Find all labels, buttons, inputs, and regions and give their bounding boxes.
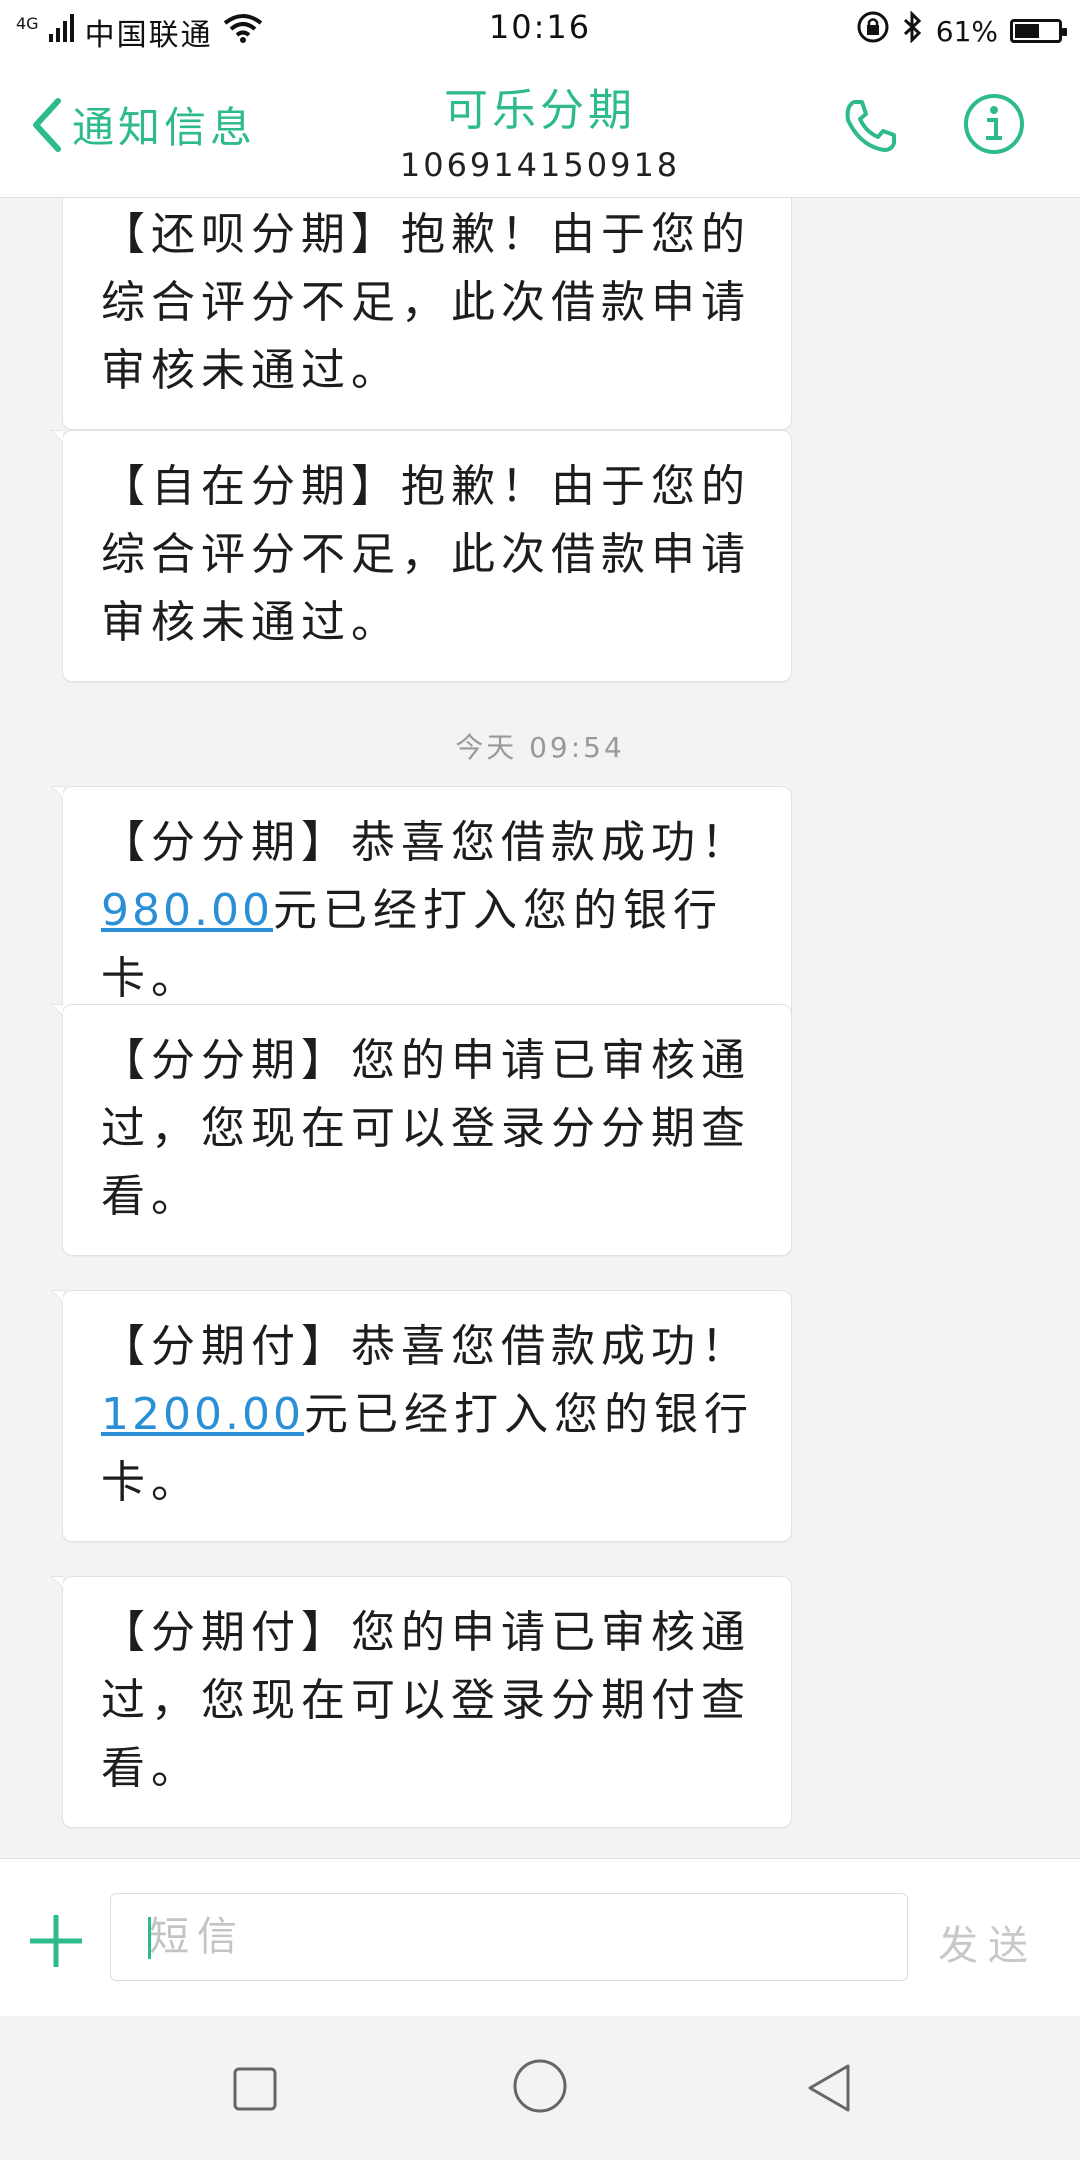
- recents-icon: [232, 2067, 278, 2116]
- battery-fill: [1015, 24, 1040, 38]
- rotation-lock-icon: [856, 10, 890, 52]
- amount-link[interactable]: 980.00: [101, 885, 273, 936]
- message-text: 【分分期】您的申请已审核通过，您现在可以登录分分期查看。: [101, 1035, 751, 1222]
- message-composer: 发送: [0, 1858, 1080, 2017]
- home-icon: [512, 2059, 568, 2118]
- message-text: 【分分期】恭喜您借款成功！: [101, 817, 751, 868]
- message-bubble[interactable]: 【分期付】恭喜您借款成功！ 1200.00元已经打入您的银行卡。: [51, 1290, 792, 1542]
- sms-input[interactable]: [110, 1893, 908, 1981]
- message-bubble[interactable]: 【还呗分期】抱歉！由于您的综合评分不足，此次借款申请审核未通过。: [62, 198, 792, 430]
- bubble-tail: [51, 1576, 63, 1588]
- phone-icon: [840, 100, 900, 160]
- bubble-tail: [51, 1004, 63, 1016]
- call-button[interactable]: [840, 96, 900, 160]
- conversation-header: 通知信息 可乐分期 106914150918: [0, 52, 1080, 198]
- bubble-tail: [51, 430, 63, 442]
- info-button[interactable]: [962, 92, 1026, 160]
- message-text: 【分期付】您的申请已审核通过，您现在可以登录分期付查看。: [101, 1607, 751, 1794]
- bubble-tail: [51, 1290, 63, 1302]
- message-text: 【还呗分期】抱歉！由于您的综合评分不足，此次借款申请审核未通过。: [101, 209, 751, 396]
- send-button[interactable]: 发送: [938, 1913, 1038, 1971]
- back-triangle-icon: [804, 2064, 854, 2118]
- amount-link[interactable]: 1200.00: [101, 1389, 304, 1440]
- message-bubble[interactable]: 【自在分期】抱歉！由于您的综合评分不足，此次借款申请审核未通过。: [51, 430, 792, 682]
- message-list[interactable]: 【还呗分期】抱歉！由于您的综合评分不足，此次借款申请审核未通过。 【自在分期】抱…: [0, 198, 1080, 1858]
- plus-icon: [26, 1915, 86, 1975]
- recents-button[interactable]: [232, 2066, 278, 2116]
- bluetooth-icon: [902, 10, 924, 51]
- message-bubble[interactable]: 【分期付】您的申请已审核通过，您现在可以登录分期付查看。: [51, 1576, 792, 1828]
- message-text: 【分期付】恭喜您借款成功！: [101, 1321, 751, 1372]
- home-button[interactable]: [512, 2058, 568, 2118]
- contact-name: 可乐分期: [444, 85, 636, 136]
- message-bubble[interactable]: 【分分期】恭喜您借款成功！ 980.00元已经打入您的银行卡。: [51, 786, 792, 1038]
- status-right: 61%: [856, 10, 1067, 52]
- text-cursor: [148, 1917, 151, 1959]
- add-attachment-button[interactable]: [26, 1911, 86, 1971]
- battery-percent: 61%: [935, 14, 998, 48]
- back-nav-button[interactable]: [804, 2062, 854, 2118]
- system-nav-bar: [0, 2016, 1080, 2160]
- bubble-tail: [51, 786, 63, 798]
- status-bar: 4G 中国联通 10:16 61%: [0, 0, 1080, 53]
- message-bubble[interactable]: 【分分期】您的申请已审核通过，您现在可以登录分分期查看。: [51, 1004, 792, 1256]
- message-timestamp: 今天 09:54: [455, 731, 625, 764]
- battery-icon: [1010, 19, 1067, 43]
- contact-info: 可乐分期 106914150918: [0, 74, 1080, 184]
- contact-number: 106914150918: [399, 146, 681, 184]
- message-text: 【自在分期】抱歉！由于您的综合评分不足，此次借款申请审核未通过。: [101, 461, 751, 648]
- info-icon: [962, 94, 1026, 160]
